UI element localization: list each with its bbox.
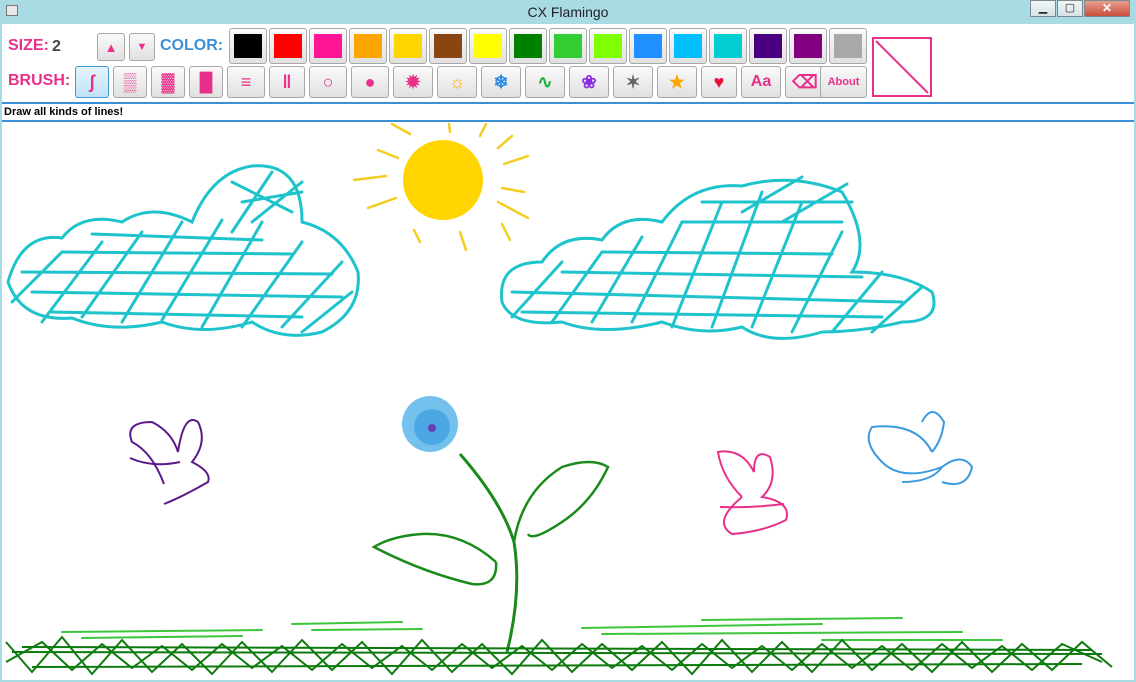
eraser-icon: ⌫ xyxy=(792,71,818,92)
solid-icon: █ xyxy=(199,71,213,92)
heart-icon: ♥ xyxy=(713,71,725,92)
ring-icon: ○ xyxy=(322,71,334,92)
color-swatch-fill xyxy=(634,34,662,58)
brush-label: BRUSH: xyxy=(8,72,71,89)
status-divider-top xyxy=(2,102,1134,104)
color-swatch-fill xyxy=(354,34,382,58)
butterfly-pink xyxy=(716,450,788,536)
close-icon[interactable]: ✕ xyxy=(1084,0,1130,17)
color-swatch-1[interactable] xyxy=(229,28,267,64)
squiggle-icon: ∿ xyxy=(537,71,553,92)
color-swatch-16[interactable] xyxy=(829,28,867,64)
star-brush-button[interactable]: ★ xyxy=(657,66,697,98)
color-swatch-3[interactable] xyxy=(309,28,347,64)
butterfly-left xyxy=(129,419,210,505)
star-icon: ★ xyxy=(668,71,686,92)
color-swatch-10[interactable] xyxy=(589,28,627,64)
color-swatch-fill xyxy=(514,34,542,58)
dot-icon: ● xyxy=(364,71,376,92)
spray-light-icon: ▒ xyxy=(123,71,137,92)
spray-dense-icon: ▓ xyxy=(161,71,175,92)
status-text: Draw all kinds of lines! xyxy=(4,106,124,118)
line-brush-button[interactable]: ʃ xyxy=(75,66,109,98)
color-swatch-15[interactable] xyxy=(789,28,827,64)
color-swatch-fill xyxy=(314,34,342,58)
text-brush-button[interactable]: Aa xyxy=(741,66,781,98)
arrow-up-icon: ▲ xyxy=(104,39,118,55)
color-swatch-8[interactable] xyxy=(509,28,547,64)
color-swatch-7[interactable] xyxy=(469,28,507,64)
color-swatch-fill xyxy=(754,34,782,58)
size-value: 2 xyxy=(52,38,61,55)
about-button-label: About xyxy=(827,76,860,88)
gray-star-brush-button[interactable]: ✶ xyxy=(613,66,653,98)
color-label: COLOR: xyxy=(160,37,224,54)
color-swatch-5[interactable] xyxy=(389,28,427,64)
color-swatch-fill xyxy=(274,34,302,58)
title-bar: CX Flamingo ▁ ▢ ✕ xyxy=(0,0,1136,24)
flower xyxy=(371,396,610,653)
horizontal-lines-icon: ≡ xyxy=(240,71,252,92)
vertical-lines-icon: ‖ xyxy=(282,71,292,92)
window-title: CX Flamingo xyxy=(527,4,609,20)
text-icon: Aa xyxy=(750,73,772,90)
butterfly-blue xyxy=(867,411,974,486)
cloud-right xyxy=(500,175,936,340)
snowflake-brush-button[interactable]: ❄ xyxy=(481,66,521,98)
snowflake-icon: ❄ xyxy=(493,71,509,92)
minimize-icon[interactable]: ▁ xyxy=(1030,0,1056,17)
drawing-canvas[interactable] xyxy=(2,122,1134,680)
size-label: SIZE: xyxy=(8,37,49,54)
color-swatch-11[interactable] xyxy=(629,28,667,64)
color-swatch-fill xyxy=(594,34,622,58)
burst-brush-button[interactable]: ✹ xyxy=(393,66,433,98)
color-swatch-12[interactable] xyxy=(669,28,707,64)
color-swatch-4[interactable] xyxy=(349,28,387,64)
spray-light-brush-button[interactable]: ▒ xyxy=(113,66,147,98)
horizontal-lines-brush-button[interactable]: ≡ xyxy=(227,66,265,98)
solid-brush-button[interactable]: █ xyxy=(189,66,223,98)
window-controls: ▁ ▢ ✕ xyxy=(1029,0,1130,18)
grass-light xyxy=(61,617,1003,641)
color-swatch-fill xyxy=(834,34,862,58)
size-down-button[interactable]: ▼ xyxy=(129,33,155,61)
color-swatch-14[interactable] xyxy=(749,28,787,64)
line-preview-icon xyxy=(875,40,929,94)
color-swatch-9[interactable] xyxy=(549,28,587,64)
spray-dense-brush-button[interactable]: ▓ xyxy=(151,66,185,98)
flower-brush-button[interactable]: ❀ xyxy=(569,66,609,98)
sun-brush-button[interactable]: ☼ xyxy=(437,66,477,98)
color-swatch-fill xyxy=(674,34,702,58)
color-swatch-fill xyxy=(234,34,262,58)
gray-star-icon: ✶ xyxy=(625,71,641,92)
vertical-lines-brush-button[interactable]: ‖ xyxy=(269,66,305,98)
ring-brush-button[interactable]: ○ xyxy=(309,66,347,98)
color-swatch-fill xyxy=(434,34,462,58)
dot-brush-button[interactable]: ● xyxy=(351,66,389,98)
eraser-brush-button[interactable]: ⌫ xyxy=(785,66,825,98)
squiggle-brush-button[interactable]: ∿ xyxy=(525,66,565,98)
sun xyxy=(403,140,483,220)
size-up-button[interactable]: ▲ xyxy=(97,33,125,61)
color-swatch-2[interactable] xyxy=(269,28,307,64)
arrow-down-icon: ▼ xyxy=(136,41,148,53)
about-button[interactable]: About xyxy=(820,66,867,98)
grass-dark xyxy=(5,635,1113,676)
sun-icon: ☼ xyxy=(448,71,466,92)
line-icon: ʃ xyxy=(89,71,95,92)
flower-icon: ❀ xyxy=(581,71,597,92)
color-swatch-13[interactable] xyxy=(709,28,747,64)
brush-preview xyxy=(872,37,932,97)
color-swatch-fill xyxy=(554,34,582,58)
color-swatch-fill xyxy=(714,34,742,58)
cloud-left xyxy=(6,164,360,337)
color-swatch-fill xyxy=(394,34,422,58)
color-swatch-6[interactable] xyxy=(429,28,467,64)
heart-brush-button[interactable]: ♥ xyxy=(701,66,737,98)
color-swatch-fill xyxy=(794,34,822,58)
app-client-area: SIZE: 2 ▲ ▼ COLOR: BRUSH: ʃ ▒ ▓ █ ≡ ‖ ○ ● ✹ ☼ ❄ ∿ ❀ ✶… xyxy=(2,24,1134,680)
color-swatch-fill xyxy=(474,34,502,58)
burst-icon: ✹ xyxy=(405,71,421,92)
maximize-icon[interactable]: ▢ xyxy=(1057,0,1083,17)
